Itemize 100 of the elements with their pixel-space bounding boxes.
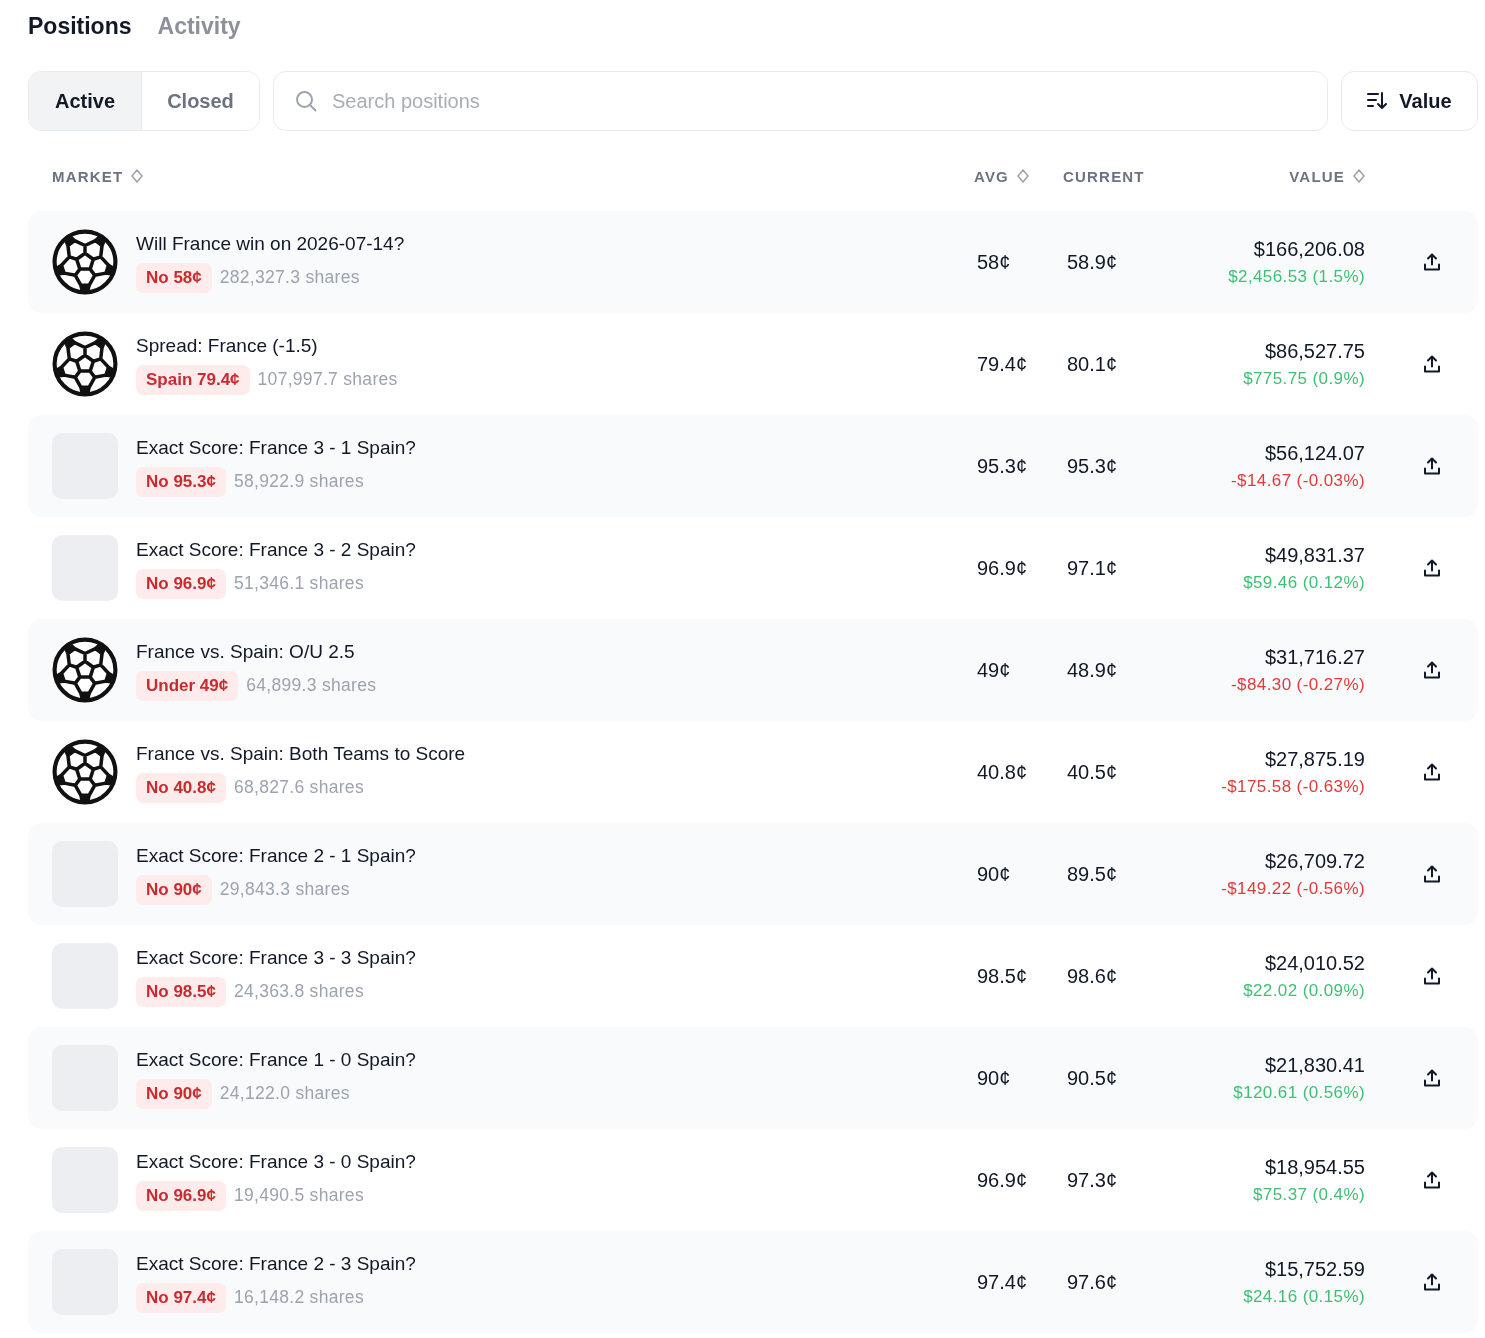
pnl-change: $22.02 (0.09%) [1243,980,1365,1002]
position-value: $86,527.75 [1264,339,1365,364]
upload-icon[interactable] [1422,558,1442,578]
sort-diamond-icon [1017,169,1029,183]
column-header[interactable]: MARKET [52,167,144,185]
outcome-badge: No 40.8¢ [136,772,226,803]
share-count: 282,327.3 shares [219,267,360,288]
share-count: 107,997.7 shares [257,369,398,390]
sort-diamond-icon [131,169,144,183]
upload-icon[interactable] [1422,762,1442,782]
pnl-change: -$14.67 (-0.03%) [1231,470,1365,492]
share-count: 29,843.3 shares [219,879,350,900]
current-price: 95.3¢ [1067,454,1118,477]
share-count: 16,148.2 shares [233,1287,364,1308]
outcome-badge: No 95.3¢ [136,466,226,497]
position-value: $15,752.59 [1264,1257,1365,1282]
pnl-change: -$84.30 (-0.27%) [1231,674,1365,696]
position-value: $56,124.07 [1264,441,1365,466]
upload-icon[interactable] [1422,354,1442,374]
upload-icon[interactable] [1422,660,1442,680]
position-value: $18,954.55 [1264,1155,1365,1180]
column-header[interactable]: VALUE [1289,167,1365,185]
position-value: $21,830.41 [1264,1053,1365,1078]
upload-icon[interactable] [1422,1170,1442,1190]
pnl-change: $2,456.53 (1.5%) [1228,266,1365,288]
outcome-badge: No 96.9¢ [136,1180,226,1211]
pnl-change: $775.75 (0.9%) [1243,368,1365,390]
pnl-change: -$175.58 (-0.63%) [1221,776,1365,798]
outcome-badge: No 58¢ [136,262,212,293]
toggle-option[interactable]: Active [29,72,142,130]
position-value: $27,875.19 [1264,747,1365,772]
share-count: 51,346.1 shares [233,573,364,594]
outcome-badge: Spain 79.4¢ [136,364,250,395]
upload-icon[interactable] [1422,1272,1442,1292]
avg-price: 98.5¢ [977,964,1028,987]
pnl-change: $120.61 (0.56%) [1233,1082,1365,1104]
outcome-badge: No 97.4¢ [136,1282,226,1313]
avg-price: 95.3¢ [977,454,1028,477]
sort-button[interactable]: Value [1341,71,1478,131]
current-price: 97.6¢ [1067,1270,1118,1293]
column-header[interactable]: AVG [974,167,1029,185]
market-title: France vs. Spain: O/U 2.5 [136,639,356,664]
market-title: Exact Score: France 2 - 1 Spain? [136,843,416,868]
outcome-badge: No 96.9¢ [136,568,226,599]
upload-icon[interactable] [1422,966,1442,986]
position-value: $166,206.08 [1253,237,1365,262]
section-tab[interactable]: Positions [28,11,132,41]
market-title: Exact Score: France 3 - 2 Spain? [136,537,416,562]
market-title: Exact Score: France 1 - 0 Spain? [136,1047,416,1072]
avg-price: 96.9¢ [977,556,1028,579]
share-count: 68,827.6 shares [233,777,364,798]
current-price: 48.9¢ [1067,658,1118,681]
upload-icon[interactable] [1422,252,1442,272]
outcome-badge: Under 49¢ [136,670,239,701]
share-count: 58,922.9 shares [233,471,364,492]
pnl-change: $24.16 (0.15%) [1243,1286,1365,1308]
upload-icon[interactable] [1422,1068,1442,1088]
current-price: 58.9¢ [1067,250,1118,273]
avg-price: 90¢ [977,862,1011,885]
sort-icon [1367,92,1388,110]
market-title: Exact Score: France 3 - 1 Spain? [136,435,416,460]
position-value: $31,716.27 [1264,645,1365,670]
sort-diamond-icon [1353,169,1365,183]
position-value: $24,010.52 [1264,951,1365,976]
search-icon [295,90,317,112]
market-title: Exact Score: France 3 - 0 Spain? [136,1149,416,1174]
current-price: 97.3¢ [1067,1168,1118,1191]
share-count: 24,363.8 shares [233,981,364,1002]
market-title: Spread: France (-1.5) [136,333,319,358]
share-count: 64,899.3 shares [246,675,377,696]
current-price: 40.5¢ [1067,760,1118,783]
current-price: 80.1¢ [1067,352,1118,375]
avg-price: 40.8¢ [977,760,1028,783]
avg-price: 49¢ [977,658,1011,681]
current-price: 89.5¢ [1067,862,1118,885]
avg-price: 79.4¢ [977,352,1028,375]
position-value: $26,709.72 [1264,849,1365,874]
upload-icon[interactable] [1422,456,1442,476]
share-count: 19,490.5 shares [233,1185,364,1206]
current-price: 98.6¢ [1067,964,1118,987]
pnl-change: $75.37 (0.4%) [1253,1184,1365,1206]
search-field[interactable]: Search positions [273,71,1328,131]
market-title: Exact Score: France 3 - 3 Spain? [136,945,416,970]
avg-price: 97.4¢ [977,1270,1028,1293]
outcome-badge: No 90¢ [136,1078,212,1109]
outcome-badge: No 90¢ [136,874,212,905]
share-count: 24,122.0 shares [219,1083,350,1104]
position-value: $49,831.37 [1264,543,1365,568]
pnl-change: -$149.22 (-0.56%) [1221,878,1365,900]
upload-icon[interactable] [1422,864,1442,884]
outcome-badge: No 98.5¢ [136,976,226,1007]
pnl-change: $59.46 (0.12%) [1243,572,1365,594]
column-header: CURRENT [1063,167,1145,185]
avg-price: 96.9¢ [977,1168,1028,1191]
market-title: Will France win on 2026-07-14? [136,231,405,256]
current-price: 90.5¢ [1067,1066,1118,1089]
current-price: 97.1¢ [1067,556,1118,579]
section-tab[interactable]: Activity [157,11,241,41]
avg-price: 90¢ [977,1066,1011,1089]
avg-price: 58¢ [977,250,1011,273]
